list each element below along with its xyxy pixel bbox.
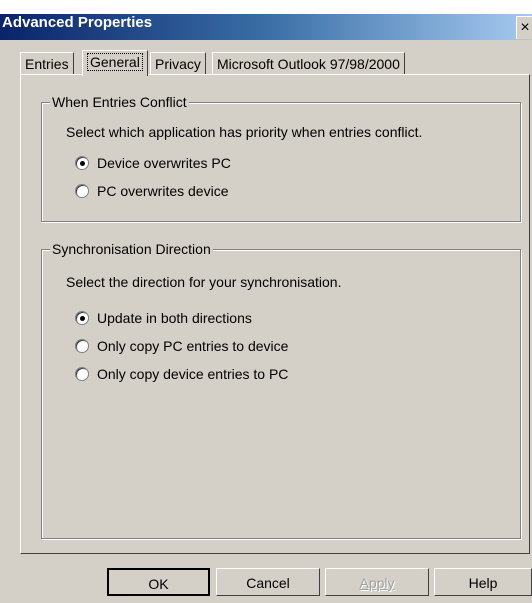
conflict-description: Select which application has priority wh…: [66, 124, 423, 140]
radio-label: Only copy PC entries to device: [97, 338, 289, 354]
radio-button-selected[interactable]: [75, 156, 89, 170]
tab-general-label: General: [87, 53, 143, 71]
tab-entries-label: Entries: [25, 56, 69, 72]
window-title: Advanced Properties: [2, 14, 153, 31]
apply-button-label: Apply: [359, 575, 395, 591]
tab-microsoft-outlook[interactable]: Microsoft Outlook 97/98/2000: [212, 52, 405, 75]
radio-label: Only copy device entries to PC: [97, 366, 289, 382]
radio-button[interactable]: [75, 367, 89, 381]
radio-label: Device overwrites PC: [97, 155, 231, 171]
tab-panel-general: When Entries Conflict Select which appli…: [20, 74, 530, 554]
apply-button[interactable]: Apply: [325, 568, 429, 596]
direction-groupbox: Synchronisation Direction Select the dir…: [41, 241, 521, 539]
advanced-properties-dialog: Advanced Properties × Entries General Pr…: [0, 0, 532, 603]
cancel-button[interactable]: Cancel: [216, 568, 320, 596]
tab-entries[interactable]: Entries: [20, 52, 74, 75]
help-button[interactable]: Help: [434, 568, 532, 596]
direction-group-title: Synchronisation Direction: [50, 241, 213, 257]
radio-button[interactable]: [75, 184, 89, 198]
tab-microsoft-outlook-label: Microsoft Outlook 97/98/2000: [217, 56, 400, 72]
close-icon: ×: [520, 19, 530, 36]
close-button[interactable]: ×: [516, 16, 532, 39]
direction-description: Select the direction for your synchronis…: [66, 274, 342, 290]
conflict-group-title: When Entries Conflict: [50, 94, 189, 110]
tab-privacy[interactable]: Privacy: [150, 52, 206, 75]
radio-label: Update in both directions: [97, 310, 252, 326]
radio-button-selected[interactable]: [75, 311, 89, 325]
radio-button[interactable]: [75, 339, 89, 353]
tab-general[interactable]: General: [82, 50, 148, 76]
conflict-groupbox: When Entries Conflict Select which appli…: [41, 94, 521, 222]
tab-privacy-label: Privacy: [155, 56, 201, 72]
ok-button[interactable]: OK: [107, 568, 210, 596]
radio-label: PC overwrites device: [97, 183, 229, 199]
